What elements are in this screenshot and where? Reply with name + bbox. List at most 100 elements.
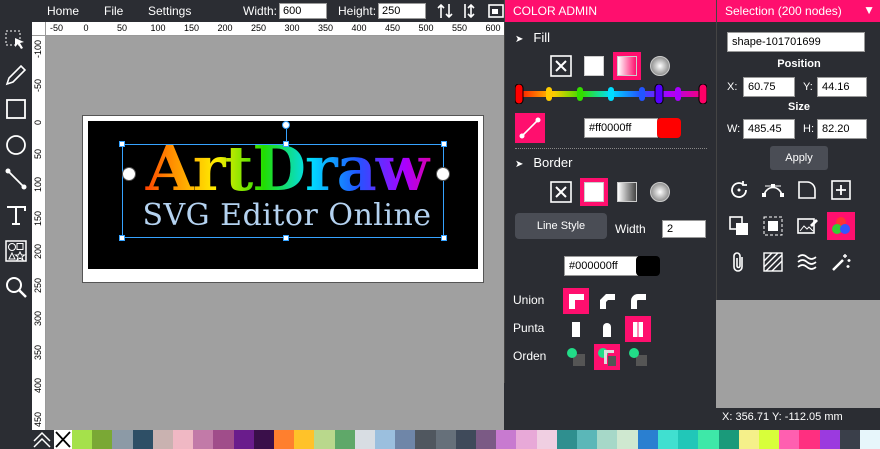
fill-section-title[interactable]: ➤ Fill bbox=[515, 30, 550, 45]
palette-swatch[interactable] bbox=[758, 430, 780, 449]
collapse-caret-icon[interactable]: ▼ bbox=[863, 3, 875, 17]
border-linear-gradient-button[interactable] bbox=[613, 178, 641, 206]
palette-swatch[interactable] bbox=[698, 430, 719, 449]
select-tool-icon[interactable] bbox=[3, 28, 29, 54]
order-stroke-fill-button[interactable] bbox=[594, 344, 620, 370]
palette-swatch[interactable] bbox=[476, 430, 497, 449]
drawing-canvas[interactable]: ArtDraw SVG Editor Online bbox=[46, 36, 504, 430]
height-input[interactable]: 250 bbox=[378, 3, 426, 19]
attach-icon[interactable] bbox=[725, 248, 753, 276]
order-markers-button[interactable] bbox=[625, 344, 651, 370]
resize-handle-b[interactable] bbox=[283, 235, 289, 241]
wave-pattern-icon[interactable] bbox=[793, 248, 821, 276]
palette-swatch[interactable] bbox=[455, 430, 477, 449]
h-input[interactable]: 82.20 bbox=[817, 119, 867, 139]
palette-swatch[interactable] bbox=[718, 430, 739, 449]
join-round-button[interactable] bbox=[625, 288, 651, 314]
line-style-button[interactable]: Line Style bbox=[515, 213, 607, 239]
palette-swatch[interactable] bbox=[779, 430, 800, 449]
fill-solid-button[interactable] bbox=[580, 52, 608, 80]
palette-swatch[interactable] bbox=[597, 430, 618, 449]
border-hex-input[interactable]: #000000ff bbox=[564, 256, 638, 276]
edit-image-icon[interactable] bbox=[793, 212, 821, 240]
join-miter-button[interactable] bbox=[563, 288, 589, 314]
palette-swatch[interactable] bbox=[253, 430, 275, 449]
menu-settings[interactable]: Settings bbox=[148, 4, 191, 18]
swap-dimensions-icon[interactable] bbox=[436, 2, 454, 20]
palette-swatch[interactable] bbox=[395, 430, 416, 449]
rotate-icon[interactable] bbox=[725, 176, 753, 204]
palette-swatch[interactable] bbox=[112, 430, 133, 449]
cap-square-button[interactable] bbox=[625, 316, 651, 342]
palette-swatch[interactable] bbox=[617, 430, 638, 449]
palette-swatch[interactable] bbox=[274, 430, 295, 449]
palette-swatch[interactable] bbox=[678, 430, 699, 449]
no-color-swatch[interactable] bbox=[32, 430, 72, 449]
palette-swatch[interactable] bbox=[839, 430, 860, 449]
palette-swatch[interactable] bbox=[657, 430, 679, 449]
shape-id-input[interactable]: shape-101701699 bbox=[727, 32, 865, 52]
palette-swatch[interactable] bbox=[173, 430, 194, 449]
palette-swatch[interactable] bbox=[738, 430, 759, 449]
border-color-chip[interactable] bbox=[636, 256, 660, 276]
palette-swatch[interactable] bbox=[536, 430, 557, 449]
palette-swatch[interactable] bbox=[556, 430, 578, 449]
palette-swatch[interactable] bbox=[213, 430, 234, 449]
duplicate-icon[interactable] bbox=[725, 212, 753, 240]
vertical-ruler[interactable]: -100 -50 0 50 100 150 200 250 300 350 400 450 bbox=[32, 36, 46, 430]
palette-swatch[interactable] bbox=[577, 430, 598, 449]
palette-swatch[interactable] bbox=[435, 430, 456, 449]
palette-swatch[interactable] bbox=[496, 430, 517, 449]
color-admin-header[interactable]: COLOR ADMIN bbox=[505, 0, 717, 22]
palette-swatch[interactable] bbox=[375, 430, 396, 449]
fill-color-chip[interactable] bbox=[657, 118, 681, 138]
fill-radial-gradient-button[interactable] bbox=[646, 52, 674, 80]
resize-handle-tr[interactable] bbox=[441, 141, 447, 147]
gradient-stops-bar[interactable] bbox=[514, 83, 708, 105]
palette-swatch[interactable] bbox=[132, 430, 153, 449]
palette-swatch[interactable] bbox=[314, 430, 335, 449]
order-fill-stroke-button[interactable] bbox=[563, 344, 589, 370]
border-section-title[interactable]: ➤ Border bbox=[515, 155, 572, 170]
horizontal-ruler[interactable]: -50 0 50 100 150 200 250 300 350 400 450 500 550 600 bbox=[46, 22, 504, 36]
fill-hex-input[interactable]: #ff0000ff bbox=[584, 118, 658, 138]
join-bevel-button[interactable] bbox=[594, 288, 620, 314]
menu-home[interactable]: Home bbox=[47, 4, 79, 18]
apply-button[interactable]: Apply bbox=[770, 146, 828, 170]
path-nodes-icon[interactable] bbox=[759, 176, 787, 204]
palette-swatch[interactable] bbox=[233, 430, 254, 449]
shapes-tool-icon[interactable] bbox=[3, 238, 29, 264]
palette-swatch[interactable] bbox=[294, 430, 315, 449]
palette-swatch[interactable] bbox=[72, 430, 93, 449]
width-input[interactable]: 600 bbox=[279, 3, 327, 19]
selection-header[interactable]: Selection (200 nodes) ▼ bbox=[717, 0, 880, 22]
gradient-direction-button[interactable] bbox=[515, 113, 545, 143]
selection-box[interactable] bbox=[122, 144, 444, 238]
zoom-tool-icon[interactable] bbox=[3, 274, 29, 300]
resize-handle-br[interactable] bbox=[441, 235, 447, 241]
border-solid-button[interactable] bbox=[580, 178, 608, 206]
color-palette-icon[interactable] bbox=[827, 212, 855, 240]
y-input[interactable]: 44.16 bbox=[817, 77, 867, 97]
palette-swatch[interactable] bbox=[334, 430, 355, 449]
rectangle-tool-icon[interactable] bbox=[3, 96, 29, 122]
fill-none-button[interactable] bbox=[547, 52, 575, 80]
pencil-tool-icon[interactable] bbox=[3, 62, 29, 88]
menu-file[interactable]: File bbox=[104, 4, 123, 18]
palette-swatch[interactable] bbox=[354, 430, 376, 449]
palette-swatch[interactable] bbox=[637, 430, 658, 449]
line-tool-icon[interactable] bbox=[3, 166, 29, 192]
palette-swatch[interactable] bbox=[92, 430, 113, 449]
resize-handle-tl[interactable] bbox=[119, 141, 125, 147]
palette-swatch[interactable] bbox=[152, 430, 174, 449]
palette-swatch[interactable] bbox=[516, 430, 537, 449]
node-handle-left[interactable] bbox=[122, 167, 136, 181]
palette-swatch[interactable] bbox=[193, 430, 214, 449]
add-icon[interactable] bbox=[827, 176, 855, 204]
node-handle-right[interactable] bbox=[436, 167, 450, 181]
text-tool-icon[interactable] bbox=[3, 202, 29, 228]
palette-swatch[interactable] bbox=[859, 430, 880, 449]
fit-height-icon[interactable] bbox=[462, 2, 480, 20]
w-input[interactable]: 485.45 bbox=[743, 119, 795, 139]
image-icon[interactable] bbox=[487, 2, 505, 20]
